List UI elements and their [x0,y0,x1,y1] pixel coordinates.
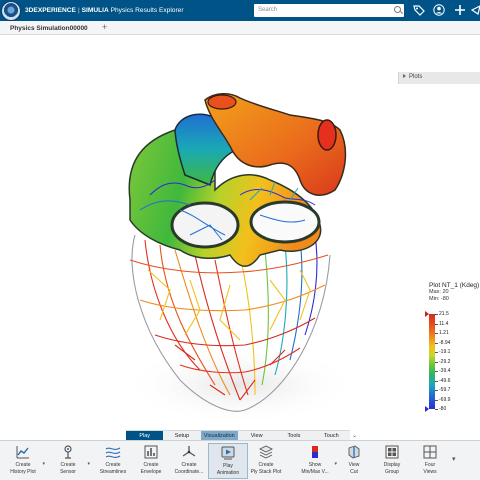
legend-min-marker [425,406,429,412]
legend-tick: 21.5 [435,311,449,317]
chevron-down-icon[interactable]: ⌄ [352,432,361,440]
legend-tick: 1.21 [435,330,449,336]
tab-tools[interactable]: Tools [275,431,312,440]
floor-shadow [120,345,360,425]
show-min-max-button[interactable]: Show Min/Max V... ▾ [295,443,337,479]
tab-physics-simulation[interactable]: Physics Simulation00000 [2,23,96,35]
create-coordinate-button[interactable]: Create Coordinate... [169,443,209,479]
create-sensor-button[interactable]: Create Sensor ▾ [48,443,90,479]
action-label: Min/Max V... [301,468,329,475]
search-placeholder: Search [258,7,278,13]
compass-icon[interactable] [1,0,21,21]
app-name: Physics Results Explorer [110,7,184,14]
legend-tick: -29.2 [434,358,451,365]
legend-max: Max: 20 [429,289,449,295]
expand-arrow-icon [403,74,406,78]
create-streamlines-button[interactable]: Create Streamlines [93,443,133,479]
3d-viewport[interactable]: Plots [0,35,480,430]
user-icon[interactable] [433,4,445,16]
legend-tick: 11.4 [434,320,449,327]
tab-setup[interactable]: Setup [163,431,200,440]
tag-icon[interactable] [413,4,425,16]
legend-tick: -59.7 [434,387,451,393]
view-cut-button[interactable]: View Cut [334,443,374,479]
legend-tick: -49.6 [434,377,451,384]
search-icon[interactable] [394,6,401,13]
view-cut-icon [348,445,360,459]
action-label: Streamlines [99,468,127,475]
coordinate-icon [182,446,196,457]
mode-tab-bar: Play Setup Visualization View Tools Touc… [126,430,357,440]
plots-panel-label: Plots [409,74,423,80]
brand-3dexperience: 3DEXPERIENCE [25,7,76,14]
action-label: Create [60,462,76,468]
tab-visualization[interactable]: Visualization [200,431,238,440]
action-label: Create [15,462,31,468]
tab-touch[interactable]: Touch [313,431,350,440]
search-input[interactable]: Search [254,4,404,17]
display-group-button[interactable]: Display Group [372,443,412,479]
action-label: Create [143,462,159,468]
action-label: Envelope [140,468,162,475]
aorta-opening [207,94,237,110]
color-legend[interactable]: Plot NT_1 (Kdeg) Max: 20 Min: -80 21.5 1… [425,282,480,417]
share-icon[interactable] [470,4,480,16]
chevron-down-icon[interactable]: ▾ [87,461,90,467]
action-label: Sensor [60,468,76,475]
tab-play[interactable]: Play [126,431,164,440]
action-label: Create [181,462,197,468]
add-icon[interactable] [454,4,466,16]
action-label: View [348,462,360,468]
play-animation-button[interactable]: Play Animation [208,443,248,479]
app-title: 3DEXPERIENCE | SIMULIA Physics Results Exp… [25,7,184,14]
mitral-valve-ring [170,201,240,249]
action-label: Group [385,468,399,475]
legend-max-marker [425,311,429,317]
document-tab-bar: Physics Simulation00000 + [0,21,480,35]
action-label: Display [383,462,401,468]
action-label: Coordinate... [174,468,204,475]
action-label: Views [423,468,437,475]
history-plot-icon [16,446,29,459]
legend-tick: -19.1 [434,349,451,355]
display-group-icon [385,445,399,459]
action-label: Animation [216,469,240,476]
action-label: Ply Stack Plot [250,468,282,475]
action-label: Four [424,462,436,468]
brand-simulia: SIMULIA [81,7,109,14]
legend-min: Min: -80 [429,296,449,302]
create-envelope-button[interactable]: Create Envelope [131,443,171,479]
new-tab-icon[interactable]: + [102,22,107,32]
create-history-plot-button[interactable]: Create History Plot ▾ [3,443,45,479]
action-label: Play [223,463,233,469]
legend-tick: -80 [434,406,447,412]
brand-separator: | [77,7,80,14]
more-icon[interactable]: ▾ [452,455,456,463]
action-label: Create [258,462,274,468]
sensor-icon [64,445,72,459]
legend-tick: -39.4 [434,368,451,374]
streamlines-icon [105,447,121,458]
four-views-icon [423,445,437,459]
top-bar: 3DEXPERIENCE | SIMULIA Physics Results Exp… [0,0,480,21]
action-label: History Plot [10,468,36,475]
envelope-icon [144,445,158,459]
vessel-opening [317,119,337,151]
min-max-icon [312,446,318,458]
heart-model[interactable] [0,35,480,430]
create-ply-stack-plot-button[interactable]: Create Ply Stack Plot [246,443,286,479]
ply-stack-icon [258,445,274,459]
legend-tick: -69.9 [434,396,451,403]
play-animation-icon [221,446,235,460]
legend-tick: -8.94 [434,339,451,346]
legend-title: Plot NT_1 (Kdeg) [429,282,480,289]
plots-panel-toggle[interactable]: Plots [398,72,480,84]
chevron-down-icon[interactable]: ▾ [42,461,45,467]
action-label: Show [308,462,322,468]
action-label: Create [105,462,121,468]
action-bar: Create History Plot ▾ Create Sensor ▾ Cr… [0,440,480,480]
four-views-button[interactable]: Four Views [410,443,450,479]
tab-view[interactable]: View [238,431,275,440]
action-label: Cut [350,468,358,475]
